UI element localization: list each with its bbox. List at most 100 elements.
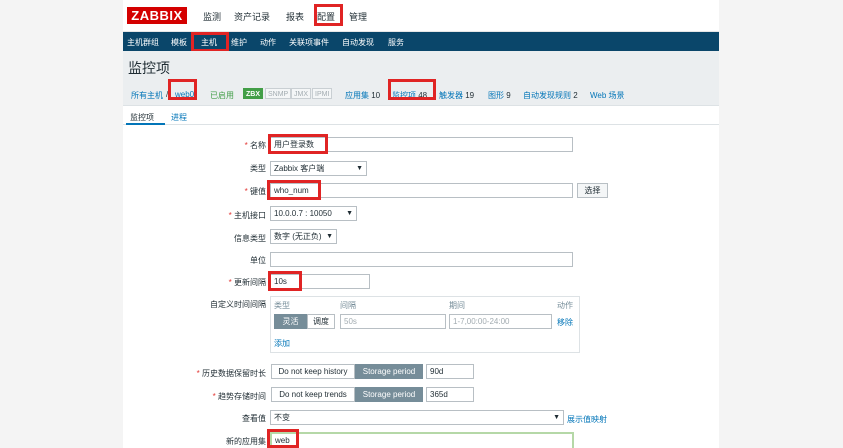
column-period: 期间 — [449, 301, 465, 310]
link-graphs-label: 图形 — [488, 91, 504, 100]
type-select[interactable]: Zabbix 客户端 ▼ — [270, 161, 367, 176]
select-key-button[interactable]: 选择 — [577, 183, 608, 198]
period-input[interactable]: 1-7,00:00-24:00 — [449, 314, 552, 329]
link-triggers[interactable]: 触发器 19 — [439, 90, 474, 101]
remove-interval-link[interactable]: 移除 — [557, 317, 573, 328]
do-not-keep-history-toggle[interactable]: Do not keep history — [271, 364, 355, 379]
chevron-down-icon: ▼ — [346, 210, 353, 217]
form-tabs: 监控项 进程 — [123, 106, 719, 125]
left-backdrop — [0, 0, 123, 448]
submenu-actions[interactable]: 动作 — [260, 37, 276, 48]
link-items-label: 监控项 — [392, 91, 416, 100]
host-interface-select[interactable]: 10.0.0.7 : 10050 ▼ — [270, 206, 357, 221]
title-bar: 监控项 — [123, 51, 719, 81]
zabbix-logo: ZABBIX — [127, 7, 187, 24]
menu-configuration[interactable]: 配置 — [317, 10, 335, 23]
update-interval-input[interactable]: 10s — [270, 274, 370, 289]
new-application-input[interactable]: web — [270, 432, 574, 448]
update-interval-label: * 更新间隔 — [228, 278, 266, 287]
host-status[interactable]: 已启用 — [210, 90, 234, 101]
history-label: * 历史数据保留时长 — [196, 369, 266, 378]
history-label-text: 历史数据保留时长 — [202, 369, 266, 378]
host-interface-value: 10.0.0.7 : 10050 — [274, 209, 332, 218]
info-type-value: 数字 (无正负) — [274, 232, 322, 241]
link-discovery-rules-label: 自动发现规则 — [523, 91, 571, 100]
column-type: 类型 — [274, 301, 290, 310]
column-action: 动作 — [557, 301, 573, 310]
add-interval-link[interactable]: 添加 — [274, 338, 290, 349]
active-tab-indicator — [126, 123, 165, 125]
trends-storage-period-toggle[interactable]: Storage period — [355, 387, 423, 402]
tab-preprocessing[interactable]: 进程 — [171, 112, 187, 123]
info-type-select[interactable]: 数字 (无正负) ▼ — [270, 229, 337, 244]
link-items-count: 48 — [418, 91, 428, 100]
breadcrumb-separator: / — [166, 90, 169, 99]
scheduling-toggle[interactable]: 调度 — [307, 314, 335, 329]
custom-intervals-label: 自定义时间间隔 — [210, 300, 266, 309]
zabbix-window: ZABBIX 监测 资产记录 报表 配置 管理 主机群组 模板 主机 维护 动作… — [123, 0, 719, 448]
link-discovery-rules-count: 2 — [573, 91, 578, 100]
availability-snmp: SNMP — [265, 88, 292, 99]
column-interval: 间隔 — [340, 301, 356, 310]
link-graphs-count: 9 — [506, 91, 511, 100]
host-interface-label-text: 主机接口 — [234, 211, 266, 220]
tab-item[interactable]: 监控项 — [130, 112, 154, 123]
units-input[interactable] — [270, 252, 573, 267]
link-triggers-label: 触发器 — [439, 91, 463, 100]
menu-monitoring[interactable]: 监测 — [203, 10, 221, 23]
custom-intervals-table: 类型 间隔 期间 动作 灵活 调度 50s 1-7,00:00-24:00 移除… — [270, 296, 580, 353]
availability-jmx: JMX — [291, 88, 311, 99]
link-web-scenarios[interactable]: Web 场景 — [590, 90, 625, 101]
submenu-hosts[interactable]: 主机 — [201, 37, 217, 48]
chevron-down-icon: ▼ — [326, 233, 333, 240]
chevron-down-icon: ▼ — [356, 165, 363, 172]
flexible-toggle[interactable]: 灵活 — [274, 314, 307, 329]
submenu-templates[interactable]: 模板 — [171, 37, 187, 48]
show-value-label: 查看值 — [242, 414, 266, 423]
key-label: * 键值 — [244, 187, 266, 196]
host-interface-label: * 主机接口 — [228, 211, 266, 220]
link-items[interactable]: 监控项 48 — [392, 90, 427, 101]
do-not-keep-trends-toggle[interactable]: Do not keep trends — [271, 387, 355, 402]
sub-navigation: 主机群组 模板 主机 维护 动作 关联项事件 自动发现 服务 — [123, 32, 719, 51]
key-label-text: 键值 — [250, 187, 266, 196]
update-interval-label-text: 更新间隔 — [234, 278, 266, 287]
trends-input[interactable]: 365d — [426, 387, 474, 402]
name-label: * 名称 — [244, 141, 266, 150]
breadcrumb-all-hosts[interactable]: 所有主机 — [131, 90, 163, 101]
submenu-maintenance[interactable]: 维护 — [231, 37, 247, 48]
new-application-label: 新的应用集 — [226, 437, 266, 446]
history-input[interactable]: 90d — [426, 364, 474, 379]
top-navigation: ZABBIX 监测 资产记录 报表 配置 管理 — [123, 0, 719, 32]
page-title: 监控项 — [128, 60, 170, 76]
menu-administration[interactable]: 管理 — [349, 10, 367, 23]
type-select-value: Zabbix 客户端 — [274, 164, 325, 173]
breadcrumb: 所有主机 / web0 已启用 ZBX SNMP JMX IPMI 应用集 10… — [123, 81, 719, 106]
type-label: 类型 — [250, 164, 266, 173]
submenu-host-groups[interactable]: 主机群组 — [127, 37, 159, 48]
submenu-discovery[interactable]: 自动发现 — [342, 37, 374, 48]
name-label-text: 名称 — [250, 141, 266, 150]
right-backdrop — [719, 0, 843, 448]
show-value-select[interactable]: 不变 ▼ — [270, 410, 564, 425]
units-label: 单位 — [250, 256, 266, 265]
breadcrumb-host[interactable]: web0 — [175, 90, 194, 99]
trends-label-text: 趋势存储时间 — [218, 392, 266, 401]
history-storage-period-toggle[interactable]: Storage period — [355, 364, 423, 379]
menu-reports[interactable]: 报表 — [286, 10, 304, 23]
link-applications-label: 应用集 — [345, 91, 369, 100]
trends-label: * 趋势存储时间 — [212, 392, 266, 401]
link-discovery-rules[interactable]: 自动发现规则 2 — [523, 90, 578, 101]
menu-inventory[interactable]: 资产记录 — [234, 10, 270, 23]
submenu-correlation[interactable]: 关联项事件 — [289, 37, 329, 48]
link-graphs[interactable]: 图形 9 — [488, 90, 511, 101]
interval-input[interactable]: 50s — [340, 314, 446, 329]
chevron-down-icon: ▼ — [553, 414, 560, 421]
key-input[interactable]: who_num — [270, 183, 573, 198]
link-applications-count: 10 — [371, 91, 381, 100]
name-input[interactable]: 用户登录数 — [270, 137, 573, 152]
show-value-mappings-link[interactable]: 展示值映射 — [567, 414, 607, 425]
info-type-label: 信息类型 — [234, 234, 266, 243]
submenu-services[interactable]: 服务 — [388, 37, 404, 48]
link-applications[interactable]: 应用集 10 — [345, 90, 380, 101]
